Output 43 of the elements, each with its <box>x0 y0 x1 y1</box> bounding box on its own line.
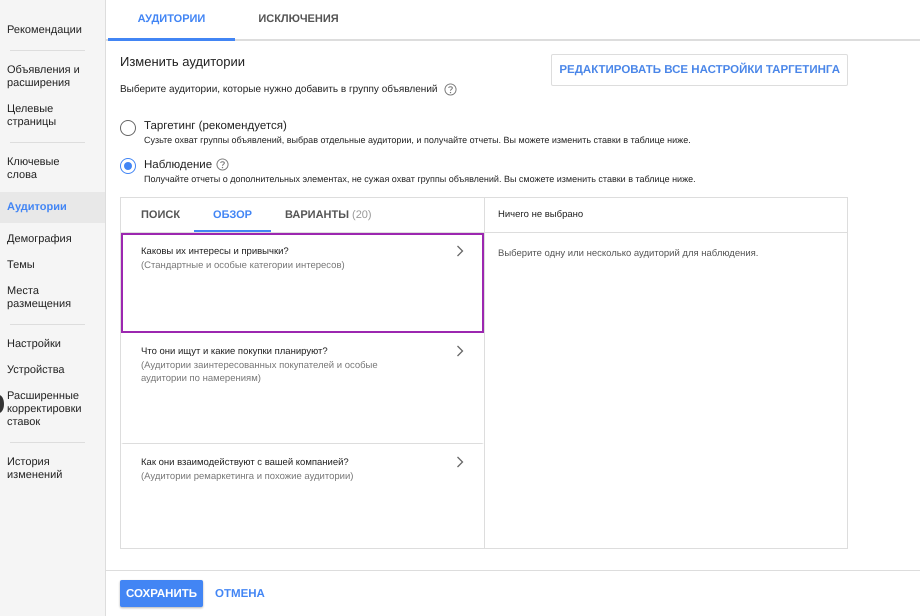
chevron-right-icon <box>456 456 464 468</box>
chevron-right-icon <box>456 245 464 257</box>
sidebar-item[interactable]: Настройки <box>0 335 105 354</box>
description-text: Выберите аудитории, которые нужно добавить в группу объявлений <box>120 84 438 95</box>
category-title: Как они взаимодействуют с вашей компанией? <box>141 457 350 468</box>
sidebar-item[interactable]: Темы <box>0 256 105 275</box>
option-label: Таргетинг (рекомендуется) <box>144 120 287 132</box>
sidebar-item[interactable]: Расширенные корректировки ставок <box>0 387 105 432</box>
option-label: Наблюдение <box>144 158 212 170</box>
radio-button[interactable] <box>120 120 136 136</box>
sidebar-item[interactable]: Ключевые слова <box>0 153 105 185</box>
category-title: Что они ищут и какие покупки планируют? <box>141 346 329 357</box>
edit-targeting-button[interactable]: РЕДАКТИРОВАТЬ ВСЕ НАСТРОЙКИ ТАРГЕТИНГА <box>551 54 848 86</box>
option-description: Сузьте охват группы объявлений, выбрав отдельные аудитории, и получайте отчеты. Вы можете изменить ставки в таблице ниже. <box>144 135 691 145</box>
selection-header: Ничего не выбрано <box>485 198 847 233</box>
sidebar-item[interactable]: Целевые страницы <box>0 100 105 132</box>
tab[interactable]: АУДИТОРИИ <box>108 0 235 41</box>
panel-tab[interactable]: ПОИСК <box>129 198 192 232</box>
option-description: Получайте отчеты о дополнительных элементах, не сужая охват группы объявлений. Вы сможете изменить ставки в таблице ниже. <box>144 174 696 184</box>
category-title: Каковы их интересы и привычки? <box>141 246 290 257</box>
save-button[interactable]: СОХРАНИТЬ <box>120 580 204 607</box>
category-row[interactable]: Как они взаимодействуют с вашей компанией? (Аудитории ремаркетинга и похожие аудитории) <box>121 444 484 548</box>
category-subtitle: (Аудитории ремаркетинга и похожие аудитории) <box>141 470 354 483</box>
category-row[interactable]: Каковы их интересы и привычки? (Стандартные и особые категории интересов) <box>121 233 484 333</box>
category-subtitle: (Стандартные и особые категории интересов) <box>141 259 345 272</box>
category-subtitle: (Аудитории заинтересованных покупателей и особые аудитории по намерениям) <box>141 359 379 385</box>
sidebar-item[interactable]: Места размещения <box>0 282 105 314</box>
section-heading: Изменить аудитории <box>120 54 246 69</box>
sidebar-item[interactable]: История изменений <box>0 453 105 485</box>
radio-button[interactable] <box>120 158 136 174</box>
panel-tab[interactable]: ВАРИАНТЫ (20) <box>273 198 384 232</box>
selection-hint: Выберите одну или несколько аудиторий для наблюдения. <box>497 247 760 261</box>
chevron-right-icon <box>456 345 464 357</box>
sidebar-item[interactable]: Демография <box>0 230 105 249</box>
sidebar-item[interactable]: Устройства <box>0 361 105 380</box>
panel-tab[interactable]: ОБЗОР <box>194 198 271 232</box>
category-row[interactable]: Что они ищут и какие покупки планируют? (Аудитории заинтересованных покупателей и особые аудитории по намерениям) <box>121 333 484 444</box>
sidebar-item[interactable]: Рекомендации <box>0 21 105 40</box>
sidebar-item[interactable]: Объявления и расширения <box>0 61 105 93</box>
help-icon[interactable] <box>216 158 230 171</box>
tab[interactable]: ИСКЛЮЧЕНИЯ <box>235 0 362 41</box>
help-icon[interactable] <box>444 83 456 96</box>
cancel-button[interactable]: ОТМЕНА <box>209 588 271 600</box>
